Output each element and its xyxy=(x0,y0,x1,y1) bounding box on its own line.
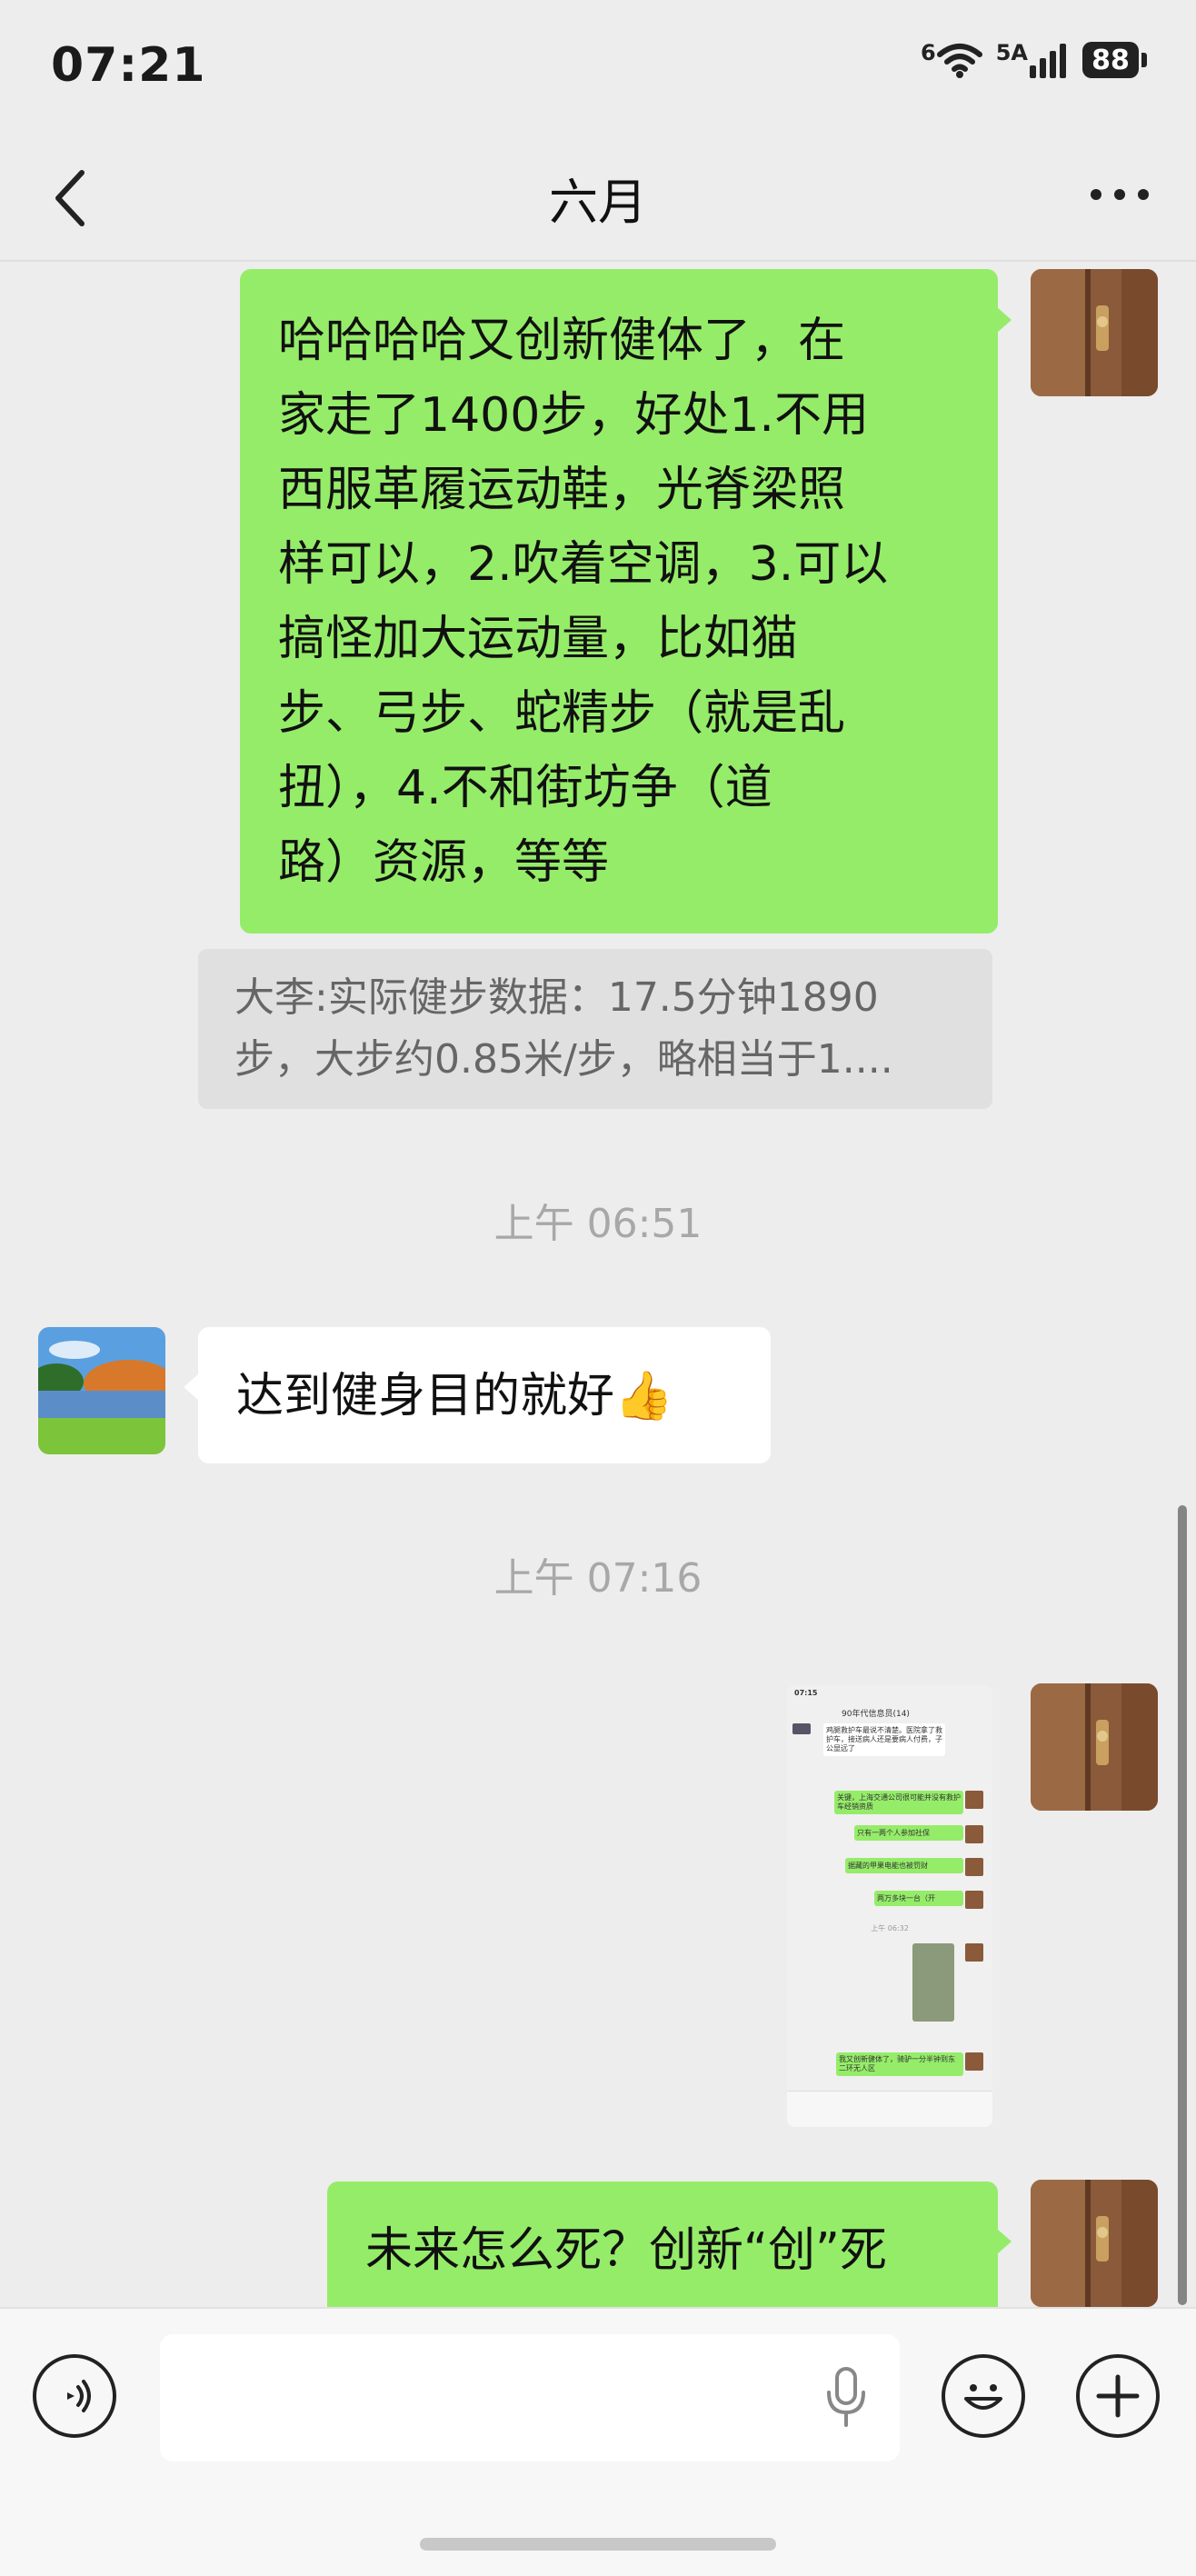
wifi-icon: 6 xyxy=(921,42,983,78)
message-bubble-outgoing[interactable]: 哈哈哈哈又创新健体了，在 家走了1400步，好处1.不用 西服革履运动鞋，光脊梁… xyxy=(240,269,998,934)
message-text: 达到健身目的就好 xyxy=(236,1369,615,1423)
voice-icon xyxy=(67,2380,91,2412)
plus-icon xyxy=(1096,2374,1140,2418)
image-message-screenshot[interactable]: 07:15 90年代信息员(14) 鸡腿救护车最说不清楚。医院拿了救护车，接送病… xyxy=(787,1685,992,2127)
home-indicator[interactable] xyxy=(420,2538,776,2551)
scrollbar[interactable] xyxy=(1178,1505,1187,2305)
door-avatar-image xyxy=(1031,2180,1158,2307)
emoji-icon xyxy=(964,2384,1002,2410)
more-button[interactable] xyxy=(1083,167,1156,222)
status-icons: 6 5A 88 xyxy=(921,42,1147,78)
timestamp: 上午 06:51 xyxy=(493,1201,703,1247)
message-text: 未来怎么死？创新“创”死 xyxy=(365,2223,887,2278)
message-list[interactable]: 哈哈哈哈又创新健体了，在 家走了1400步，好处1.不用 西服革履运动鞋，光脊梁… xyxy=(0,262,1196,2307)
microphone-icon[interactable] xyxy=(823,2365,869,2429)
avatar-self[interactable] xyxy=(1031,1683,1158,1811)
door-avatar-image xyxy=(1031,269,1158,396)
chat-header: 六月 xyxy=(0,136,1196,262)
status-time: 07:21 xyxy=(51,38,206,93)
landscape-avatar-image xyxy=(38,1327,165,1454)
timestamp: 上午 07:16 xyxy=(493,1555,703,1602)
door-avatar-image xyxy=(1031,1683,1158,1811)
battery-level: 88 xyxy=(1082,42,1139,78)
voice-button[interactable] xyxy=(33,2354,116,2438)
quoted-message[interactable]: 大李:实际健步数据：17.5分钟1890 步，大步约0.85米/步，略相当于1.… xyxy=(198,949,992,1109)
avatar-contact[interactable] xyxy=(38,1327,165,1454)
avatar-self[interactable] xyxy=(1031,2180,1158,2307)
thumbs-up-icon: 👍 xyxy=(614,1369,673,1423)
emoji-button[interactable] xyxy=(942,2354,1025,2438)
message-bubble-outgoing[interactable]: 未来怎么死？创新“创”死 xyxy=(327,2182,998,2307)
message-text: 哈哈哈哈又创新健体了，在 家走了1400步，好处1.不用 西服革履运动鞋，光脊梁… xyxy=(278,314,889,890)
message-bubble-incoming[interactable]: 达到健身目的就好👍 xyxy=(198,1327,771,1463)
battery-icon: 88 xyxy=(1082,42,1147,78)
add-button[interactable] xyxy=(1076,2354,1160,2438)
chat-title: 六月 xyxy=(549,174,647,231)
more-dots-icon xyxy=(1091,189,1149,200)
status-bar: 07:21 6 5A 88 xyxy=(0,0,1196,136)
message-input[interactable] xyxy=(160,2334,900,2461)
avatar-self[interactable] xyxy=(1031,269,1158,396)
input-bar xyxy=(0,2307,1196,2576)
cell-signal-icon: 5A xyxy=(996,42,1070,78)
